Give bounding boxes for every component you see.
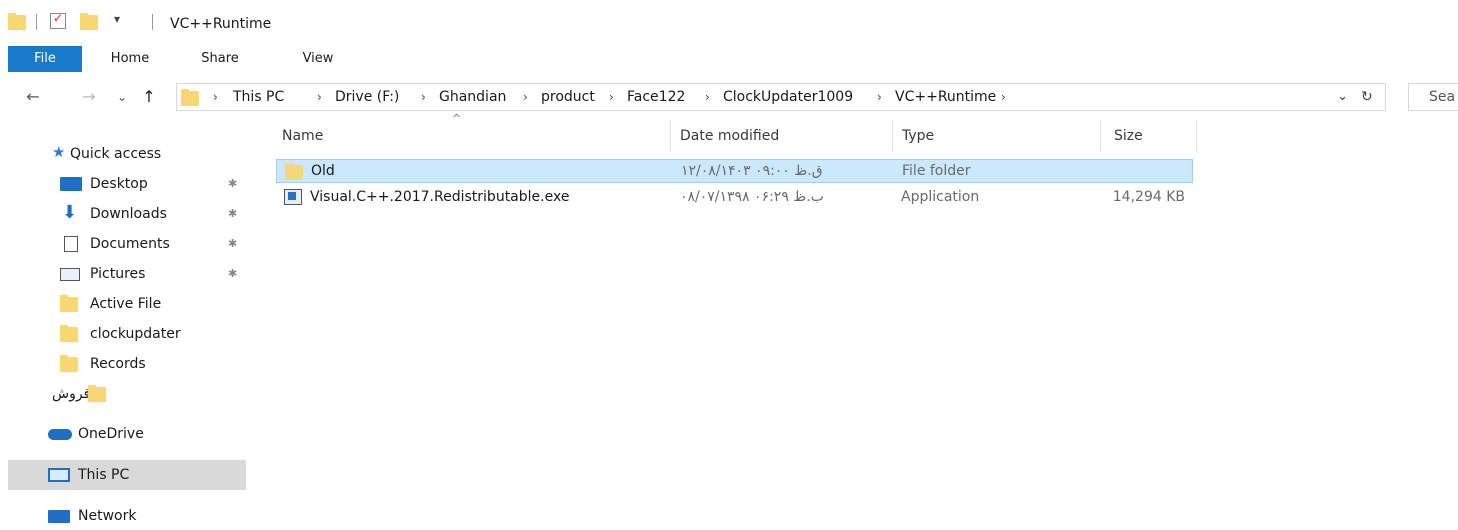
file-name[interactable]: Old — [311, 160, 335, 182]
column-divider[interactable] — [1196, 120, 1197, 152]
sidebar-item-clockupdater[interactable]: clockupdater — [8, 320, 246, 348]
column-header-type[interactable]: Type — [902, 122, 934, 150]
folder-icon — [60, 355, 78, 372]
file-name[interactable]: Visual.C++.2017.Redistributable.exe — [310, 185, 569, 209]
separator — [152, 14, 153, 30]
chevron-right-icon[interactable]: › — [609, 84, 614, 110]
forward-button[interactable]: → — [78, 86, 100, 108]
navigation-pane: ★ Quick access Desktop ✱ ⬇ Downloads ✱ D… — [0, 130, 250, 528]
folder-icon — [60, 325, 78, 342]
sidebar-item-label: This PC — [78, 467, 130, 483]
sidebar-item-label: clockupdater — [90, 326, 181, 342]
up-button[interactable]: ↑ — [138, 86, 160, 108]
back-button[interactable]: ← — [22, 86, 44, 108]
chevron-right-icon[interactable]: › — [213, 84, 218, 110]
breadcrumb-vc-runtime[interactable]: VC++Runtime — [895, 84, 996, 110]
tab-home[interactable]: Home — [100, 46, 160, 72]
sidebar-item-label: OneDrive — [78, 426, 144, 442]
window-title: VC++Runtime — [170, 16, 272, 32]
sidebar-item-network[interactable]: Network — [8, 502, 246, 530]
ribbon-tabs: File Home Share View — [0, 46, 1458, 72]
chevron-right-icon[interactable]: › — [523, 84, 528, 110]
sidebar-item-label: فروش — [52, 386, 91, 402]
breadcrumb-product[interactable]: product — [541, 84, 595, 110]
breadcrumb-drive-f[interactable]: Drive (F:) — [335, 84, 399, 110]
separator — [36, 14, 37, 30]
search-box[interactable]: Sea — [1408, 83, 1458, 111]
properties-icon[interactable]: ✓ — [50, 11, 66, 29]
sidebar-item-documents[interactable]: Documents ✱ — [8, 230, 246, 258]
pin-icon[interactable]: ✱ — [228, 200, 237, 228]
column-header-name[interactable]: Name — [282, 122, 323, 150]
address-dropdown-icon[interactable]: ⌄ — [1337, 84, 1348, 110]
computer-icon — [48, 468, 70, 482]
file-type: File folder — [902, 163, 971, 179]
file-type: Application — [901, 189, 980, 205]
folder-icon — [285, 163, 303, 180]
file-size: 14,294 KB — [1112, 189, 1185, 205]
new-folder-icon[interactable] — [80, 13, 98, 30]
breadcrumb-face122[interactable]: Face122 — [627, 84, 685, 110]
folder-icon — [60, 295, 78, 312]
network-icon — [48, 510, 70, 523]
sort-indicator-icon: ^ — [452, 112, 462, 125]
column-divider[interactable] — [892, 120, 893, 152]
refresh-icon[interactable]: ↻ — [1361, 84, 1373, 110]
sidebar-item-label: Records — [90, 356, 146, 372]
breadcrumb-ghandian[interactable]: Ghandian — [439, 84, 506, 110]
address-bar[interactable]: › This PC › Drive (F:) › Ghandian › prod… — [176, 83, 1386, 111]
sidebar-item-label: Documents — [90, 236, 170, 252]
sidebar-item-pictures[interactable]: Pictures ✱ — [8, 260, 246, 288]
file-date-modified: ۰۸/۰۷/۱۳۹۸ ب.ظ ۰۶:۲۹ — [680, 189, 824, 205]
column-header-size[interactable]: Size — [1114, 122, 1143, 150]
download-icon: ⬇ — [62, 202, 78, 223]
pin-icon[interactable]: ✱ — [228, 230, 237, 258]
chevron-right-icon[interactable]: › — [421, 84, 426, 110]
folder-icon — [8, 13, 26, 30]
chevron-right-icon[interactable]: › — [1001, 84, 1006, 110]
chevron-right-icon[interactable]: › — [317, 84, 322, 110]
sidebar-item-records[interactable]: Records — [8, 350, 246, 378]
chevron-right-icon[interactable]: › — [877, 84, 882, 110]
list-item[interactable]: Visual.C++.2017.Redistributable.exe ۰۸/۰… — [276, 185, 1193, 209]
tab-share[interactable]: Share — [190, 46, 250, 72]
pictures-icon — [60, 268, 80, 281]
column-divider[interactable] — [670, 120, 671, 152]
installer-icon — [284, 189, 302, 205]
sidebar-item-label: Quick access — [70, 146, 162, 162]
sidebar-item-onedrive[interactable]: OneDrive — [8, 420, 246, 448]
sidebar-item-label: Desktop — [90, 176, 148, 192]
list-item[interactable]: Old ۱۲/۰۸/۱۴۰۳ ق.ظ ۰۹:۰۰ File folder — [276, 159, 1193, 183]
column-divider[interactable] — [1100, 120, 1101, 152]
navigation-bar: ← → ⌄ ↑ › This PC › Drive (F:) › Ghandia… — [0, 80, 1458, 114]
quick-access-toolbar-dropdown[interactable]: ▾ — [114, 12, 120, 26]
sidebar-item-label: Active File — [90, 296, 162, 312]
recent-locations-button[interactable]: ⌄ — [112, 86, 132, 108]
document-icon — [64, 236, 78, 252]
sidebar-item-active-file[interactable]: Active File — [8, 290, 246, 318]
folder-icon — [88, 385, 106, 402]
sidebar-item-quick-access[interactable]: ★ Quick access — [8, 140, 246, 168]
column-header-date-modified[interactable]: Date modified — [680, 122, 779, 150]
sidebar-item-sales[interactable]: فروش — [8, 380, 246, 408]
pin-icon[interactable]: ✱ — [228, 170, 237, 198]
desktop-icon — [60, 177, 82, 191]
breadcrumb-this-pc[interactable]: This PC — [233, 84, 284, 110]
title-bar: ✓ ▾ VC++Runtime — [0, 0, 1458, 46]
tab-view[interactable]: View — [288, 46, 348, 72]
sidebar-item-label: Downloads — [90, 206, 167, 222]
sidebar-item-this-pc[interactable]: This PC — [8, 460, 246, 490]
sidebar-item-downloads[interactable]: ⬇ Downloads ✱ — [8, 200, 246, 228]
search-input[interactable]: Sea — [1429, 84, 1455, 110]
folder-icon — [181, 89, 199, 106]
file-date-modified: ۱۲/۰۸/۱۴۰۳ ق.ظ ۰۹:۰۰ — [681, 163, 823, 179]
tab-file[interactable]: File — [8, 46, 82, 72]
sidebar-item-desktop[interactable]: Desktop ✱ — [8, 170, 246, 198]
chevron-right-icon[interactable]: › — [705, 84, 710, 110]
breadcrumb-clockupdater1009[interactable]: ClockUpdater1009 — [723, 84, 853, 110]
pin-icon[interactable]: ✱ — [228, 260, 237, 288]
cloud-icon — [48, 429, 72, 440]
sidebar-item-label: Network — [78, 508, 137, 524]
sidebar-item-label: Pictures — [90, 266, 146, 282]
